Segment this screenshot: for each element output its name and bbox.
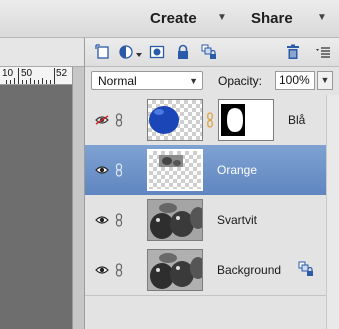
blend-mode-select[interactable]: Normal ▼ <box>91 71 203 90</box>
layer-name: Blå <box>288 113 306 127</box>
opacity-input[interactable]: 100% <box>275 71 315 90</box>
blend-mode-value: Normal <box>98 74 137 88</box>
panel-menu-icon[interactable] <box>315 44 331 60</box>
grayscale-fruit-preview <box>148 200 202 240</box>
create-button[interactable]: Create <box>150 10 197 27</box>
eye-icon[interactable] <box>95 165 109 175</box>
eye-icon[interactable] <box>95 215 109 225</box>
layers-scrollbar[interactable] <box>326 95 339 329</box>
lock-icon[interactable] <box>175 44 191 60</box>
ruler-tick <box>38 80 39 84</box>
layer-thumbnail <box>147 99 203 141</box>
link-icon[interactable] <box>115 113 123 127</box>
trash-icon[interactable] <box>285 44 301 60</box>
canvas-header <box>0 38 84 67</box>
create-dropdown-icon[interactable]: ▼ <box>217 12 227 23</box>
layers-list: Blå Orange Svartvit Background <box>85 95 339 329</box>
canvas-area: 10 50 52 <box>0 38 85 329</box>
ruler-tick <box>26 80 27 84</box>
ruler-tick <box>30 78 31 84</box>
layer-thumbnail <box>147 149 203 191</box>
layer-name: Svartvit <box>217 213 258 227</box>
opacity-dropdown-button[interactable]: ▼ <box>317 71 333 90</box>
layer-thumbnail <box>147 249 203 291</box>
mask-link-icon[interactable] <box>207 112 213 128</box>
ruler-label: 52 <box>56 68 68 79</box>
ruler-tick <box>18 68 19 84</box>
image-canvas[interactable] <box>0 85 72 329</box>
layers-toolbar <box>85 38 339 67</box>
ruler-tick <box>50 80 51 84</box>
ruler-tick <box>14 78 15 84</box>
layer-row-background[interactable]: Background <box>85 245 339 296</box>
layer-name: Background <box>217 263 282 277</box>
link-icon[interactable] <box>115 213 123 227</box>
locked-layer-icon[interactable] <box>298 261 314 277</box>
ruler-tick <box>10 80 11 84</box>
layer-name: Orange <box>217 163 258 177</box>
eye-icon[interactable] <box>95 265 109 275</box>
share-dropdown-icon[interactable]: ▼ <box>317 12 327 23</box>
link-icon[interactable] <box>115 263 123 277</box>
lock-all-icon[interactable] <box>201 44 217 60</box>
opacity-label: Opacity: <box>218 74 263 88</box>
layer-mask-thumbnail[interactable] <box>218 99 274 141</box>
share-button[interactable]: Share <box>251 10 293 27</box>
ruler-tick <box>46 80 47 84</box>
ruler-tick <box>6 80 7 84</box>
layer-row-svartvit[interactable]: Svartvit <box>85 195 339 246</box>
horizontal-ruler: 10 50 52 <box>0 67 72 85</box>
top-bar: Create ▼ Share ▼ <box>0 0 339 38</box>
ruler-label: 10 <box>2 68 14 79</box>
adjustment-layer-icon[interactable] <box>119 44 135 60</box>
ruler-tick <box>22 80 23 84</box>
add-mask-icon[interactable] <box>149 44 165 60</box>
orange-layer-preview <box>159 155 183 167</box>
new-layer-icon[interactable] <box>95 44 111 60</box>
link-icon[interactable] <box>115 163 123 177</box>
layers-panel: Normal ▼ Opacity: 100% ▼ Blå Orange Svar… <box>84 38 339 329</box>
hidden-eye-icon[interactable] <box>95 115 109 125</box>
layer-row-orange[interactable]: Orange <box>85 145 339 196</box>
blue-fill-preview <box>149 106 179 134</box>
chevron-down-icon: ▼ <box>189 76 198 86</box>
ruler-tick <box>54 68 55 84</box>
ruler-tick <box>34 80 35 84</box>
layer-thumbnail <box>147 199 203 241</box>
layer-row-bla[interactable]: Blå <box>85 95 339 146</box>
ruler-tick <box>42 78 43 84</box>
mask-preview <box>219 100 273 140</box>
background-fruit-preview <box>148 250 202 290</box>
adjustment-dropdown-icon[interactable] <box>135 44 143 60</box>
